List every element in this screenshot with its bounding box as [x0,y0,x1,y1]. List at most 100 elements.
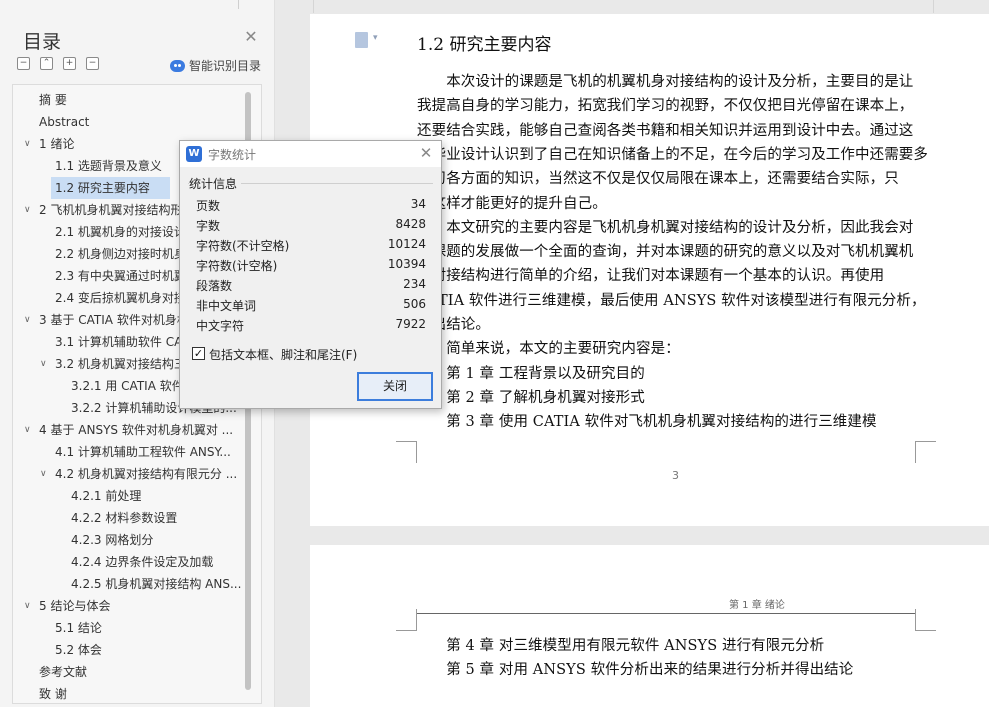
toc-item-label: 4.2.5 机身机翼对接结构 ANS... [71,577,242,591]
stat-label: 段落数 [196,279,233,293]
toc-item-label: 4.2 机身机翼对接结构有限元分 ... [55,467,238,481]
nav-close-icon[interactable]: ✕ [243,29,259,45]
include-textbox-notes-label[interactable]: 包括文本框、脚注和尾注(F) [209,346,357,363]
stat-label: 页数 [196,199,221,213]
toc-item-label: 5.2 体会 [55,643,102,657]
text-line: 学习各方面的知识，当然这不仅是仅仅局限在课本上，还需要结合实际，只 [417,171,899,188]
text-line: CATIA 软件进行三维建模，最后使用 ANSYS 软件对该模型进行有限元分析， [417,292,926,309]
document-icon[interactable] [355,32,378,48]
toc-item[interactable]: 摘 要 [13,89,248,111]
nav-toolbar: − ⌃ + − [17,57,99,70]
chevron-down-icon[interactable]: ∨ [40,463,47,485]
chevron-down-icon[interactable]: ∨ [24,309,31,331]
dialog-title: 字数统计 [208,148,257,162]
ai-assistant-icon [170,59,185,72]
document-page[interactable]: 第 1 章 绪论 第 4 章 对三维模型用有限元软件 ANSYS 进行有限元分析… [310,545,989,707]
text-line: 第 2 章 了解机身机翼对接形式 [417,389,645,406]
top-edge [276,0,989,14]
word-count-dialog: W 字数统计 ✕ 统计信息 页数 34 字数 8428 字符数(不计空格) 10124 字符… [179,140,442,409]
dialog-close-icon[interactable]: ✕ [418,145,434,161]
text-line: 身对接结构进行简单的介绍，让我们对本课题有一个基本的认识。再使用 [417,268,885,285]
toc-item[interactable]: 1.2 研究主要内容 [51,177,170,199]
text-line: 还要结合实践，能够自己查阅各类书籍和相关知识并运用到设计中去。通过这 [417,122,914,139]
toc-item[interactable]: 4.2.1 前处理 [13,485,248,507]
smart-toc-button[interactable]: 智能识别目录 [170,57,261,74]
text-line: 第 4 章 对三维模型用有限元软件 ANSYS 进行有限元分析 [417,638,825,654]
toc-item-label: 致 谢 [39,687,67,701]
text-line: 第 1 章 工程背景以及研究目的 [417,365,645,382]
text-line: 本文研究的主要内容是飞机机身机翼对接结构的设计及分析，因此我会对 [417,219,914,236]
margin-corner-mark [915,609,936,631]
stat-value: 34 [410,197,426,211]
dialog-titlebar[interactable]: W 字数统计 ✕ [180,141,441,167]
chevron-down-icon[interactable]: ∨ [24,199,31,221]
stat-label: 中文字符 [196,319,245,333]
stat-row: 页数 34 [196,195,426,215]
stat-value: 234 [403,277,426,291]
toc-item-label: 5.1 结论 [55,621,102,635]
stat-label: 非中文单词 [196,299,257,313]
stat-label: 字符数(不计空格) [196,239,290,253]
smart-toc-label: 智能识别目录 [189,59,262,73]
toc-item-label: Abstract [39,115,90,129]
toc-item[interactable]: ∨ 4 基于 ANSYS 软件对机身机翼对 ... [13,419,248,441]
stat-value: 8428 [395,217,426,231]
remove-heading-icon[interactable]: − [86,57,99,70]
close-button[interactable]: 关闭 [357,372,433,401]
toc-item-label: 3.2 机身机翼对接结构三 [55,357,186,371]
toc-item-label: 4.2.3 网格划分 [71,533,154,547]
toc-item[interactable]: 4.2.4 边界条件设定及加载 [13,551,248,573]
toc-item-label: 1 绪论 [39,137,75,151]
toc-item[interactable]: Abstract [13,111,248,133]
header-rule [417,613,915,614]
stat-row: 字符数(计空格) 10394 [196,255,426,275]
stat-row: 字符数(不计空格) 10124 [196,235,426,255]
toc-item-label: 摘 要 [39,93,67,107]
stat-value: 10124 [387,237,426,251]
chevron-down-icon[interactable]: ∨ [24,419,31,441]
section-heading: 1.2 研究主要内容 [417,35,552,55]
toc-item[interactable]: ∨ 5 结论与体会 [13,595,248,617]
toc-item-label: 3.1 计算机辅助软件 CA [55,335,183,349]
chevron-down-icon[interactable]: ∨ [24,595,31,617]
chevron-down-icon[interactable]: ∨ [40,353,47,375]
toc-item-label: 1.1 选题背景及意义 [55,159,162,173]
margin-corner-mark [915,441,936,463]
page-number: 3 [672,469,679,482]
toc-item-label: 3.2.1 用 CATIA 软件 [71,379,184,393]
collapse-all-icon[interactable]: − [17,57,30,70]
toc-item[interactable]: ∨ 4.2 机身机翼对接结构有限元分 ... [13,463,248,485]
text-line: 第 5 章 对用 ANSYS 软件分析出来的结果进行分析并得出结论 [417,662,854,678]
text-line: 有这样才能更好的提升自己。 [417,195,607,212]
stat-label: 字符数(计空格) [196,259,278,273]
toc-item[interactable]: 4.2.5 机身机翼对接结构 ANS... [13,573,248,595]
add-heading-icon[interactable]: + [63,57,76,70]
toc-item[interactable]: 5.2 体会 [13,639,248,661]
stat-value: 7922 [395,317,426,331]
text-line: 我提高自身的学习能力，拓宽我们学习的视野，不仅仅把目光停留在课本上， [417,98,914,115]
include-textbox-notes-checkbox[interactable]: ✓ [192,347,205,360]
toc-item[interactable]: 5.1 结论 [13,617,248,639]
toc-item-label: 2.1 机翼机身的对接设计 [55,225,186,239]
toc-item[interactable]: 4.1 计算机辅助工程软件 ANSY... [13,441,248,463]
toc-item[interactable]: 致 谢 [13,683,248,703]
toc-item-label: 2.4 变后掠机翼机身对接 [55,291,186,305]
chevron-down-icon[interactable]: ∨ [24,133,31,155]
toc-item-label: 2.3 有中央翼通过时机翼 [55,269,186,283]
toc-item[interactable]: 4.2.3 网格划分 [13,529,248,551]
toc-item-label: 4.2.4 边界条件设定及加载 [71,555,214,569]
nav-top-edge [0,0,275,10]
toc-item[interactable]: 4.2.2 材料参数设置 [13,507,248,529]
toc-item-label: 4 基于 ANSYS 软件对机身机翼对 ... [39,423,234,437]
expand-level-icon[interactable]: ⌃ [40,57,53,70]
stat-value: 506 [403,297,426,311]
toc-item-label: 5 结论与体会 [39,599,111,613]
nav-title: 目录 [23,31,62,53]
toc-item-label: 4.2.1 前处理 [71,489,142,503]
text-line: 次毕业设计认识到了自己在知识储备上的不足，在今后的学习及工作中还需要多 [417,146,928,163]
page-header: 第 1 章 绪论 [729,600,785,611]
toc-item-label: 3 基于 CATIA 软件对机身机 [39,313,189,327]
toc-item[interactable]: 参考文献 [13,661,248,683]
text-line: 本课题的发展做一个全面的查询，并对本课题的研究的意义以及对飞机机翼机 [417,244,914,261]
text-line: 本次设计的课题是飞机的机翼机身对接结构的设计及分析，主要目的是让 [417,74,914,90]
